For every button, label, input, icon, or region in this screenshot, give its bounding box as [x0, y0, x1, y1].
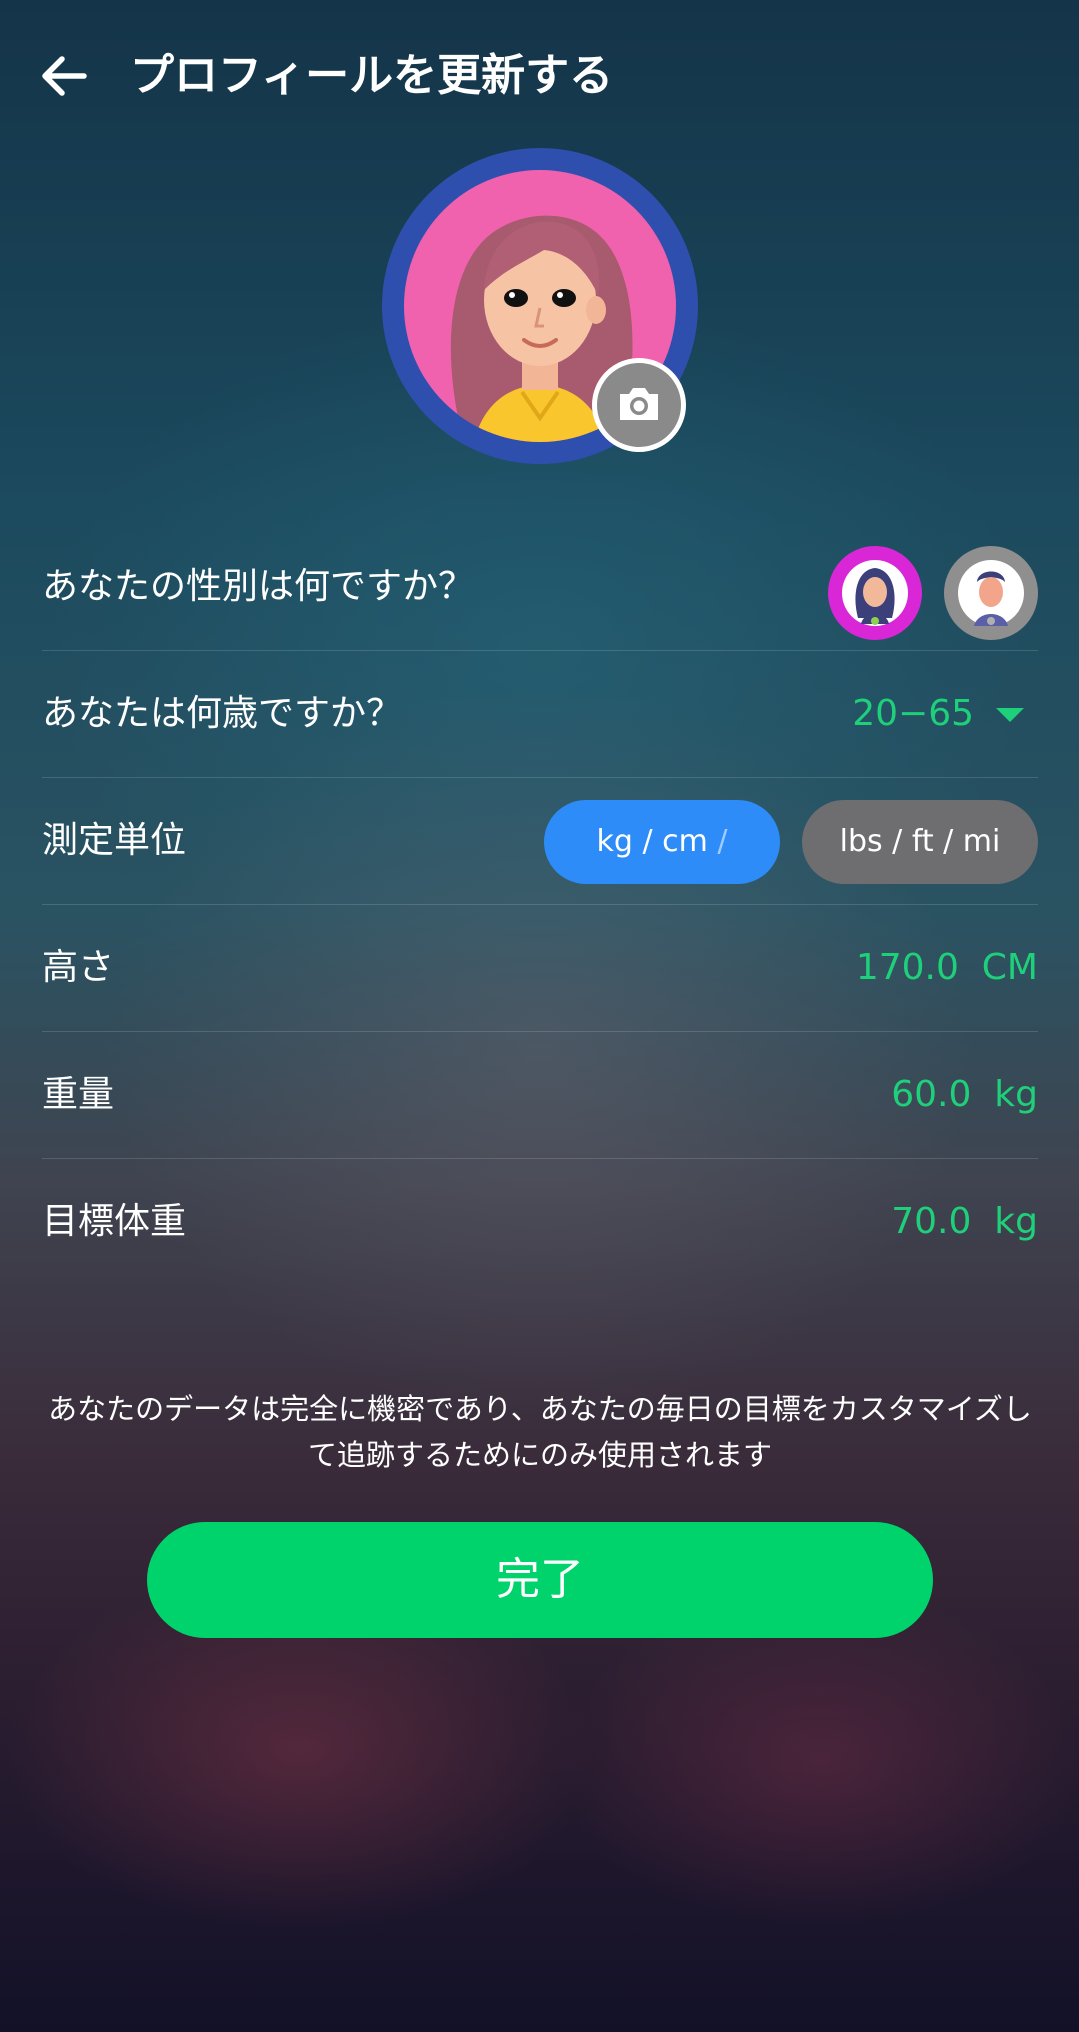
weight-value: 60.0	[891, 1074, 972, 1115]
gender-row: あなたの性別は何ですか？	[42, 524, 1038, 651]
header: プロフィールを更新する	[0, 0, 1079, 150]
gender-label: あなたの性別は何ですか？	[42, 566, 475, 607]
height-label: 高さ	[42, 947, 115, 988]
target-weight-row[interactable]: 目標体重 70.0 kg	[42, 1159, 1038, 1285]
unit-metric-overflow: /	[707, 824, 728, 859]
age-value: 20−65	[852, 693, 974, 734]
privacy-notice: あなたのデータは完全に機密であり、あなたの毎日の目標をカスタマイズして追跡するた…	[48, 1392, 1032, 1472]
weight-unit: kg	[994, 1074, 1038, 1115]
height-value-display[interactable]: 170.0 CM	[856, 905, 1038, 1031]
page-title: プロフィールを更新する	[130, 50, 614, 101]
female-avatar-icon	[842, 560, 908, 626]
unit-imperial-label: lbs / ft / mi	[839, 824, 1001, 859]
unit-metric-label: kg / cm	[596, 824, 708, 859]
unit-imperial-button[interactable]: lbs / ft / mi	[802, 800, 1038, 884]
age-label: あなたは何歳ですか？	[42, 693, 403, 734]
units-label: 測定単位	[42, 820, 187, 861]
camera-icon	[620, 388, 658, 420]
units-row: 測定単位 kg / cm / lbs / ft / mi	[42, 778, 1038, 905]
done-button[interactable]: 完了	[147, 1522, 933, 1638]
height-value: 170.0	[855, 947, 959, 988]
unit-metric-button[interactable]: kg / cm /	[544, 800, 780, 884]
gender-female-option[interactable]	[828, 546, 922, 640]
height-unit: CM	[981, 947, 1038, 988]
change-photo-button[interactable]	[592, 358, 686, 452]
weight-row[interactable]: 重量 60.0 kg	[42, 1032, 1038, 1159]
height-row[interactable]: 高さ 170.0 CM	[42, 905, 1038, 1032]
target-weight-value-display[interactable]: 70.0 kg	[891, 1159, 1038, 1285]
arrow-left-icon	[42, 56, 87, 96]
age-dropdown[interactable]: 20−65	[852, 651, 1024, 777]
gender-male-option[interactable]	[944, 546, 1038, 640]
weight-value-display[interactable]: 60.0 kg	[891, 1032, 1038, 1158]
triangle-down-icon	[996, 708, 1024, 722]
age-row: あなたは何歳ですか？ 20−65	[42, 651, 1038, 778]
male-avatar-icon	[958, 560, 1024, 626]
target-weight-value: 70.0	[891, 1201, 972, 1242]
target-weight-label: 目標体重	[42, 1201, 187, 1242]
weight-label: 重量	[42, 1074, 115, 1115]
back-button[interactable]	[38, 50, 90, 102]
target-weight-unit: kg	[994, 1201, 1038, 1242]
profile-avatar[interactable]	[382, 148, 698, 464]
